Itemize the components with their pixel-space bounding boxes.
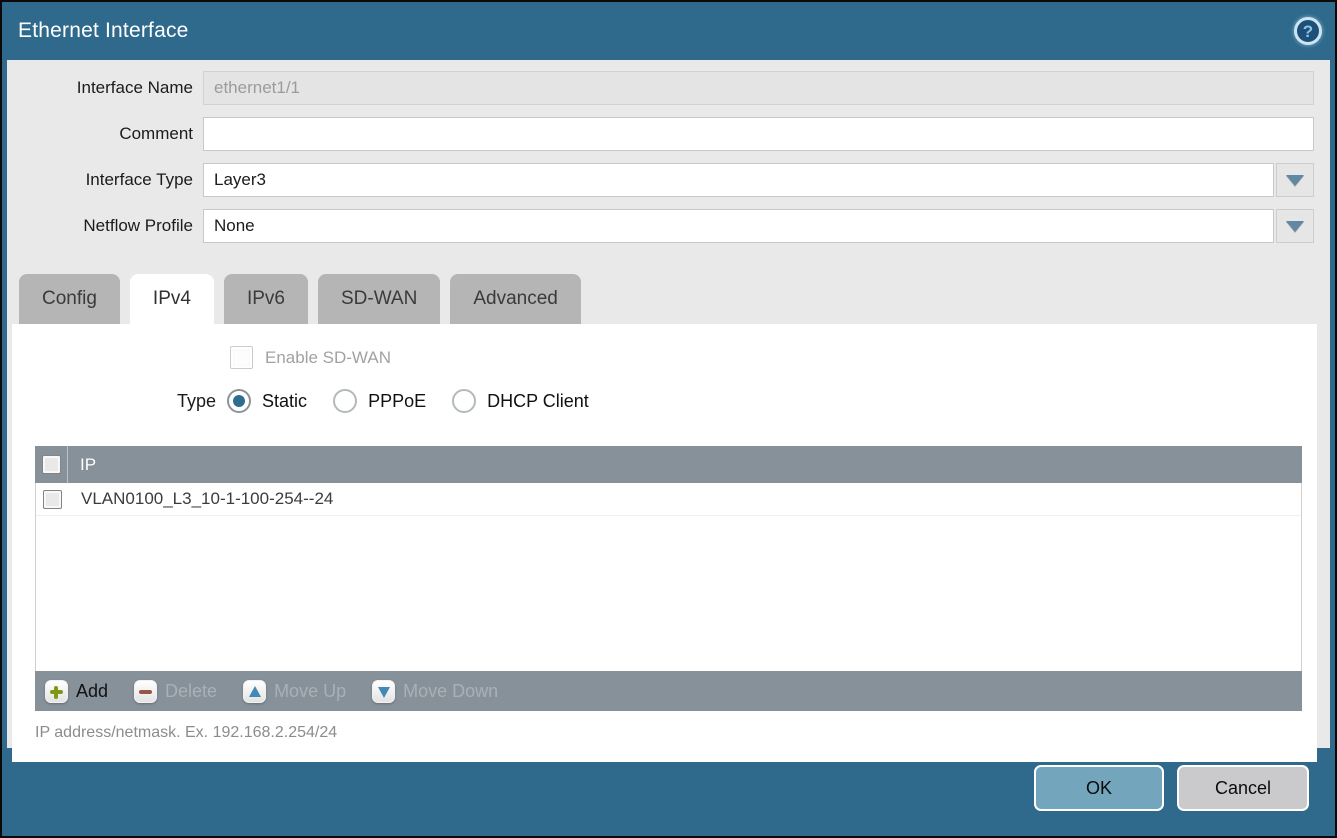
radio-dhcp-client[interactable]: DHCP Client — [452, 389, 589, 413]
ip-table-header: IP — [35, 446, 1302, 483]
radio-pppoe-control[interactable] — [333, 389, 357, 413]
chevron-down-icon — [1286, 221, 1304, 232]
header-checkbox-cell — [35, 446, 68, 483]
tab-bar: Config IPv4 IPv6 SD-WAN Advanced — [7, 274, 1330, 324]
chevron-down-icon — [1286, 175, 1304, 186]
form-row-interface-name: Interface Name — [7, 71, 1314, 105]
table-row[interactable]: VLAN0100_L3_10-1-100-254--24 — [36, 483, 1301, 516]
enable-sdwan-label: Enable SD-WAN — [265, 348, 391, 368]
netflow-profile-label: Netflow Profile — [7, 216, 203, 236]
ip-table-toolbar: Add Delete Move Up Move Down — [35, 671, 1302, 711]
ethernet-interface-dialog: Ethernet Interface ? Interface Name Comm… — [0, 0, 1337, 838]
plus-icon — [45, 680, 68, 703]
move-down-button-label: Move Down — [403, 681, 498, 702]
move-down-button[interactable]: Move Down — [372, 680, 498, 703]
type-label: Type — [177, 391, 216, 412]
add-button-label: Add — [76, 681, 108, 702]
interface-name-field — [203, 71, 1314, 105]
interface-type-dropdown[interactable]: Layer3 — [203, 163, 1274, 197]
arrow-up-icon — [243, 680, 266, 703]
form-row-interface-type: Interface Type Layer3 — [7, 163, 1314, 197]
comment-label: Comment — [7, 124, 203, 144]
tab-sdwan[interactable]: SD-WAN — [318, 274, 440, 324]
tab-ipv4[interactable]: IPv4 — [130, 274, 214, 324]
interface-form: Interface Name Comment Interface Type La… — [7, 60, 1330, 243]
cancel-button[interactable]: Cancel — [1177, 765, 1309, 811]
form-row-netflow-profile: Netflow Profile None — [7, 209, 1314, 243]
add-button[interactable]: Add — [45, 680, 108, 703]
ip-cell-value[interactable]: VLAN0100_L3_10-1-100-254--24 — [69, 489, 333, 509]
ip-table-body: VLAN0100_L3_10-1-100-254--24 — [35, 483, 1302, 671]
tab-ipv6[interactable]: IPv6 — [224, 274, 308, 324]
form-row-comment: Comment — [7, 117, 1314, 151]
interface-type-dropdown-button[interactable] — [1276, 163, 1314, 197]
move-up-button[interactable]: Move Up — [243, 680, 346, 703]
ok-button[interactable]: OK — [1034, 765, 1164, 811]
delete-button-label: Delete — [165, 681, 217, 702]
radio-static-control[interactable] — [227, 389, 251, 413]
ip-table: IP VLAN0100_L3_10-1-100-254--24 Add — [35, 446, 1302, 711]
comment-field[interactable] — [203, 117, 1314, 151]
title-bar: Ethernet Interface ? — [2, 2, 1335, 60]
row-checkbox[interactable] — [43, 490, 62, 509]
netflow-profile-dropdown-button[interactable] — [1276, 209, 1314, 243]
dialog-title: Ethernet Interface — [18, 19, 189, 43]
interface-type-label: Interface Type — [7, 170, 203, 190]
enable-sdwan-row: Enable SD-WAN — [230, 346, 391, 369]
netflow-profile-dropdown[interactable]: None — [203, 209, 1274, 243]
select-all-checkbox[interactable] — [42, 455, 61, 474]
radio-static-label: Static — [262, 391, 307, 412]
help-icon[interactable]: ? — [1294, 17, 1322, 45]
interface-name-label: Interface Name — [7, 78, 203, 98]
radio-dhcp-client-control[interactable] — [452, 389, 476, 413]
radio-dhcp-client-label: DHCP Client — [487, 391, 589, 412]
ipv4-tab-panel: Enable SD-WAN Type Static PPPoE DHCP Cli… — [12, 324, 1317, 762]
tab-config[interactable]: Config — [19, 274, 120, 324]
move-up-button-label: Move Up — [274, 681, 346, 702]
delete-button[interactable]: Delete — [134, 680, 217, 703]
ip-format-hint: IP address/netmask. Ex. 192.168.2.254/24 — [35, 724, 337, 742]
row-checkbox-cell — [36, 483, 69, 515]
ip-column-header: IP — [68, 455, 96, 475]
radio-pppoe-label: PPPoE — [368, 391, 426, 412]
dialog-body: Interface Name Comment Interface Type La… — [7, 60, 1330, 748]
arrow-down-icon — [372, 680, 395, 703]
minus-icon — [134, 680, 157, 703]
address-type-row: Type Static PPPoE DHCP Client — [177, 389, 615, 413]
tab-advanced[interactable]: Advanced — [450, 274, 581, 324]
enable-sdwan-checkbox[interactable] — [230, 346, 253, 369]
radio-static[interactable]: Static — [227, 389, 307, 413]
radio-pppoe[interactable]: PPPoE — [333, 389, 426, 413]
